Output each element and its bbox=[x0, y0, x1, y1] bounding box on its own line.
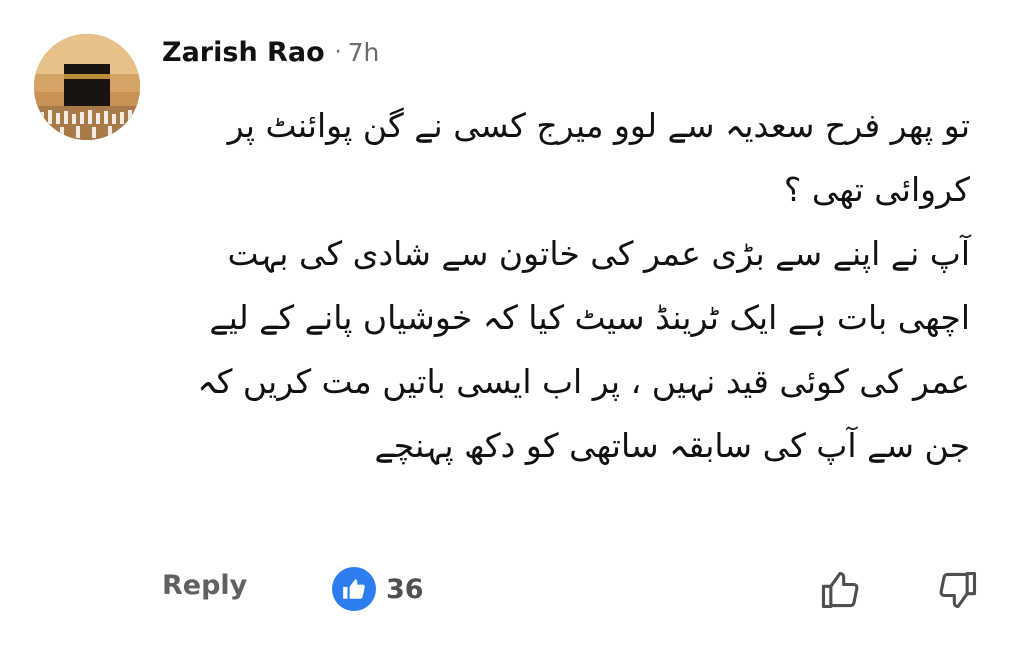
like-button[interactable] bbox=[816, 566, 864, 614]
reply-button[interactable]: Reply bbox=[162, 570, 247, 601]
header-separator: · bbox=[334, 39, 342, 65]
kaaba-photo-icon bbox=[34, 34, 140, 140]
comment-timestamp[interactable]: 7h bbox=[348, 38, 380, 67]
thumbs-down-outline-icon bbox=[939, 571, 977, 609]
author-name[interactable]: Zarish Rao bbox=[162, 37, 325, 68]
comment-header: Zarish Rao · 7h bbox=[162, 32, 379, 72]
dislike-button[interactable] bbox=[934, 566, 982, 614]
like-count: 36 bbox=[386, 573, 424, 605]
thumbs-up-icon bbox=[332, 567, 376, 611]
comment-body: تو پھر فرح سعدیہ سے لوو میرج کسی نے گن پ… bbox=[158, 94, 970, 478]
thumbs-up-outline-icon bbox=[821, 571, 859, 609]
comment-paragraph: آپ نے اپنے سے بڑی عمر کی خاتون سے شادی ک… bbox=[197, 234, 970, 465]
avatar[interactable] bbox=[34, 34, 140, 140]
comment-actions: Reply 36 bbox=[0, 562, 1024, 618]
comment-paragraph: تو پھر فرح سعدیہ سے لوو میرج کسی نے گن پ… bbox=[227, 106, 970, 209]
reaction-summary[interactable]: 36 bbox=[332, 567, 424, 611]
